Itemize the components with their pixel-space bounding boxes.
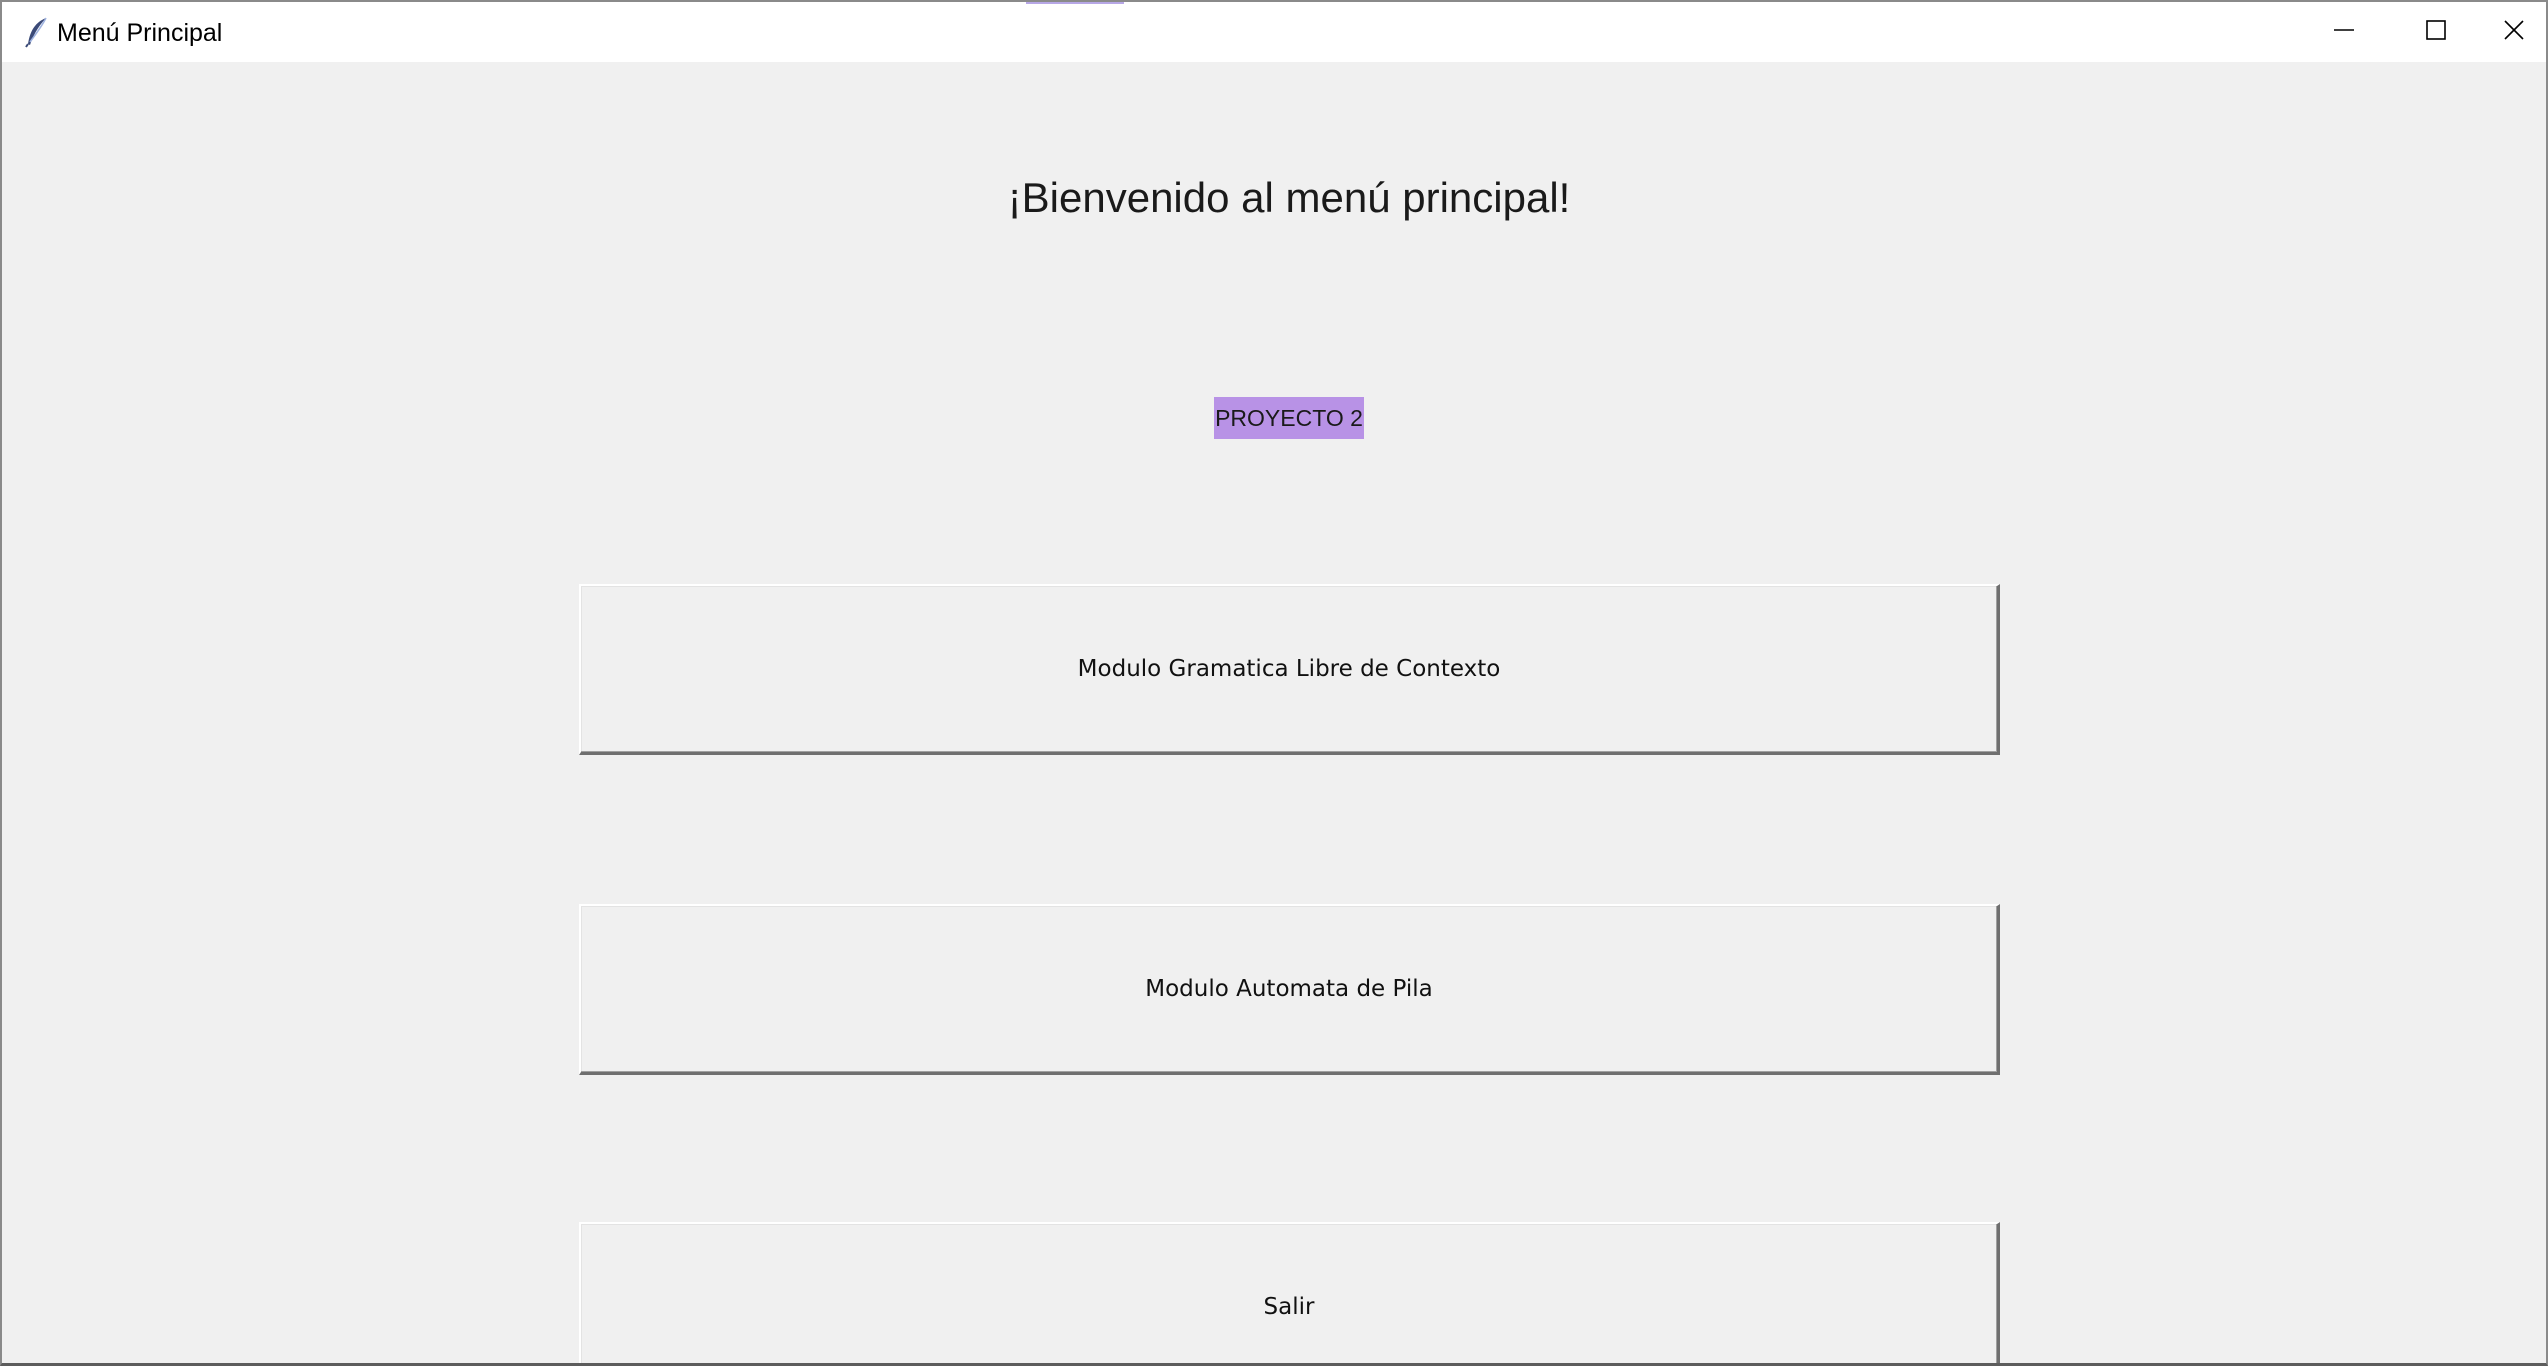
project-badge: PROYECTO 2 — [1214, 397, 1364, 439]
close-button[interactable] — [2480, 2, 2546, 62]
minimize-icon — [2333, 19, 2355, 46]
feather-icon — [24, 16, 50, 48]
automata-module-button[interactable]: Modulo Automata de Pila — [579, 904, 2000, 1075]
welcome-heading: ¡Bienvenido al menú principal! — [1007, 174, 1571, 221]
gramatica-module-button[interactable]: Modulo Gramatica Libre de Contexto — [579, 584, 2000, 755]
main-content: ¡Bienvenido al menú principal! PROYECTO … — [2, 62, 2546, 1363]
app-window: Menú Principal ¡Bienvenido al menú princ… — [0, 0, 2548, 1366]
minimize-button[interactable] — [2298, 2, 2390, 62]
title-bar-accent — [1026, 2, 1124, 4]
close-icon — [2503, 19, 2525, 46]
title-bar[interactable]: Menú Principal — [2, 2, 2546, 62]
maximize-icon — [2425, 19, 2447, 46]
maximize-button[interactable] — [2390, 2, 2482, 62]
window-title: Menú Principal — [57, 19, 223, 47]
exit-button[interactable]: Salir — [579, 1222, 2000, 1363]
